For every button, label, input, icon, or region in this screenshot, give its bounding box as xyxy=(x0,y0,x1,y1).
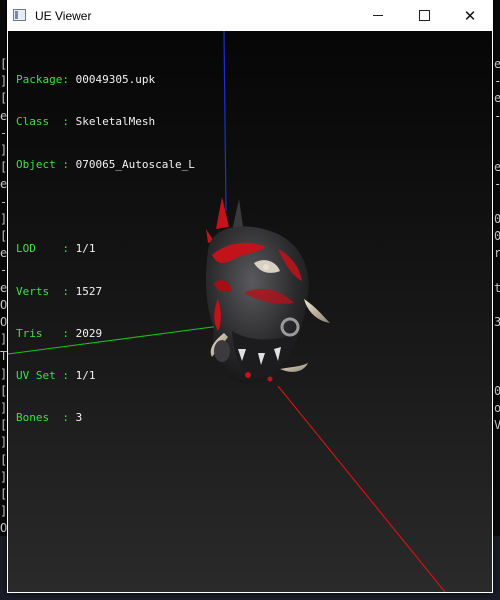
info-value: 1527 xyxy=(75,284,103,298)
axis-x-line xyxy=(277,385,446,592)
info-label: LOD xyxy=(16,242,63,256)
info-row: Bones : 3 xyxy=(16,411,195,425)
info-spacer xyxy=(16,200,195,214)
mesh-info-overlay: Package: 00049305.upk Class : SkeletalMe… xyxy=(16,45,195,454)
info-separator: : xyxy=(62,242,76,256)
window-title: UE Viewer xyxy=(35,9,92,23)
info-value: 1/1 xyxy=(75,369,96,383)
info-separator: : xyxy=(62,369,76,383)
maximize-icon xyxy=(418,10,430,21)
minimize-icon xyxy=(373,15,383,16)
title-bar[interactable]: UE Viewer ✕ xyxy=(7,0,493,31)
info-row: Class : SkeletalMesh xyxy=(16,115,195,129)
info-value: 00049305.upk xyxy=(75,73,156,87)
info-value: 070065_Autoscale_L xyxy=(75,157,195,171)
info-separator: : xyxy=(62,115,76,129)
maximize-button[interactable] xyxy=(401,0,447,31)
info-separator: : xyxy=(62,73,76,87)
info-separator: : xyxy=(62,326,76,340)
close-button[interactable]: ✕ xyxy=(447,0,493,31)
info-row: Package: 00049305.upk xyxy=(16,73,195,87)
mesh-model xyxy=(206,197,330,384)
info-value: SkeletalMesh xyxy=(75,115,156,129)
info-separator: : xyxy=(62,157,76,171)
3d-viewport[interactable]: Package: 00049305.upk Class : SkeletalMe… xyxy=(8,31,492,592)
info-row: Object : 070065_Autoscale_L xyxy=(16,158,195,172)
app-icon xyxy=(13,9,26,21)
axis-z-line xyxy=(223,31,227,212)
info-label: Class xyxy=(16,115,63,129)
minimize-button[interactable] xyxy=(355,0,401,31)
info-value: 1/1 xyxy=(75,242,96,256)
info-value: 3 xyxy=(75,411,83,425)
info-label: Package xyxy=(16,73,63,87)
info-row: LOD : 1/1 xyxy=(16,242,195,256)
info-separator: : xyxy=(62,284,76,298)
info-separator: : xyxy=(62,411,76,425)
info-label: Bones xyxy=(16,411,63,425)
info-row: Tris : 2029 xyxy=(16,327,195,341)
info-label: UV Set xyxy=(16,369,63,383)
info-label: Object xyxy=(16,157,63,171)
info-value: 2029 xyxy=(75,326,103,340)
info-label: Tris xyxy=(16,326,63,340)
info-row: UV Set : 1/1 xyxy=(16,369,195,383)
close-icon: ✕ xyxy=(463,6,477,25)
background-console-right: e - e - e - 0 0 r t 3 0 o V xyxy=(494,57,500,433)
ue-viewer-window: UE Viewer ✕ Package: 00049305.upk Class … xyxy=(7,0,493,593)
info-row: Verts : 1527 xyxy=(16,285,195,299)
info-label: Verts xyxy=(16,284,63,298)
